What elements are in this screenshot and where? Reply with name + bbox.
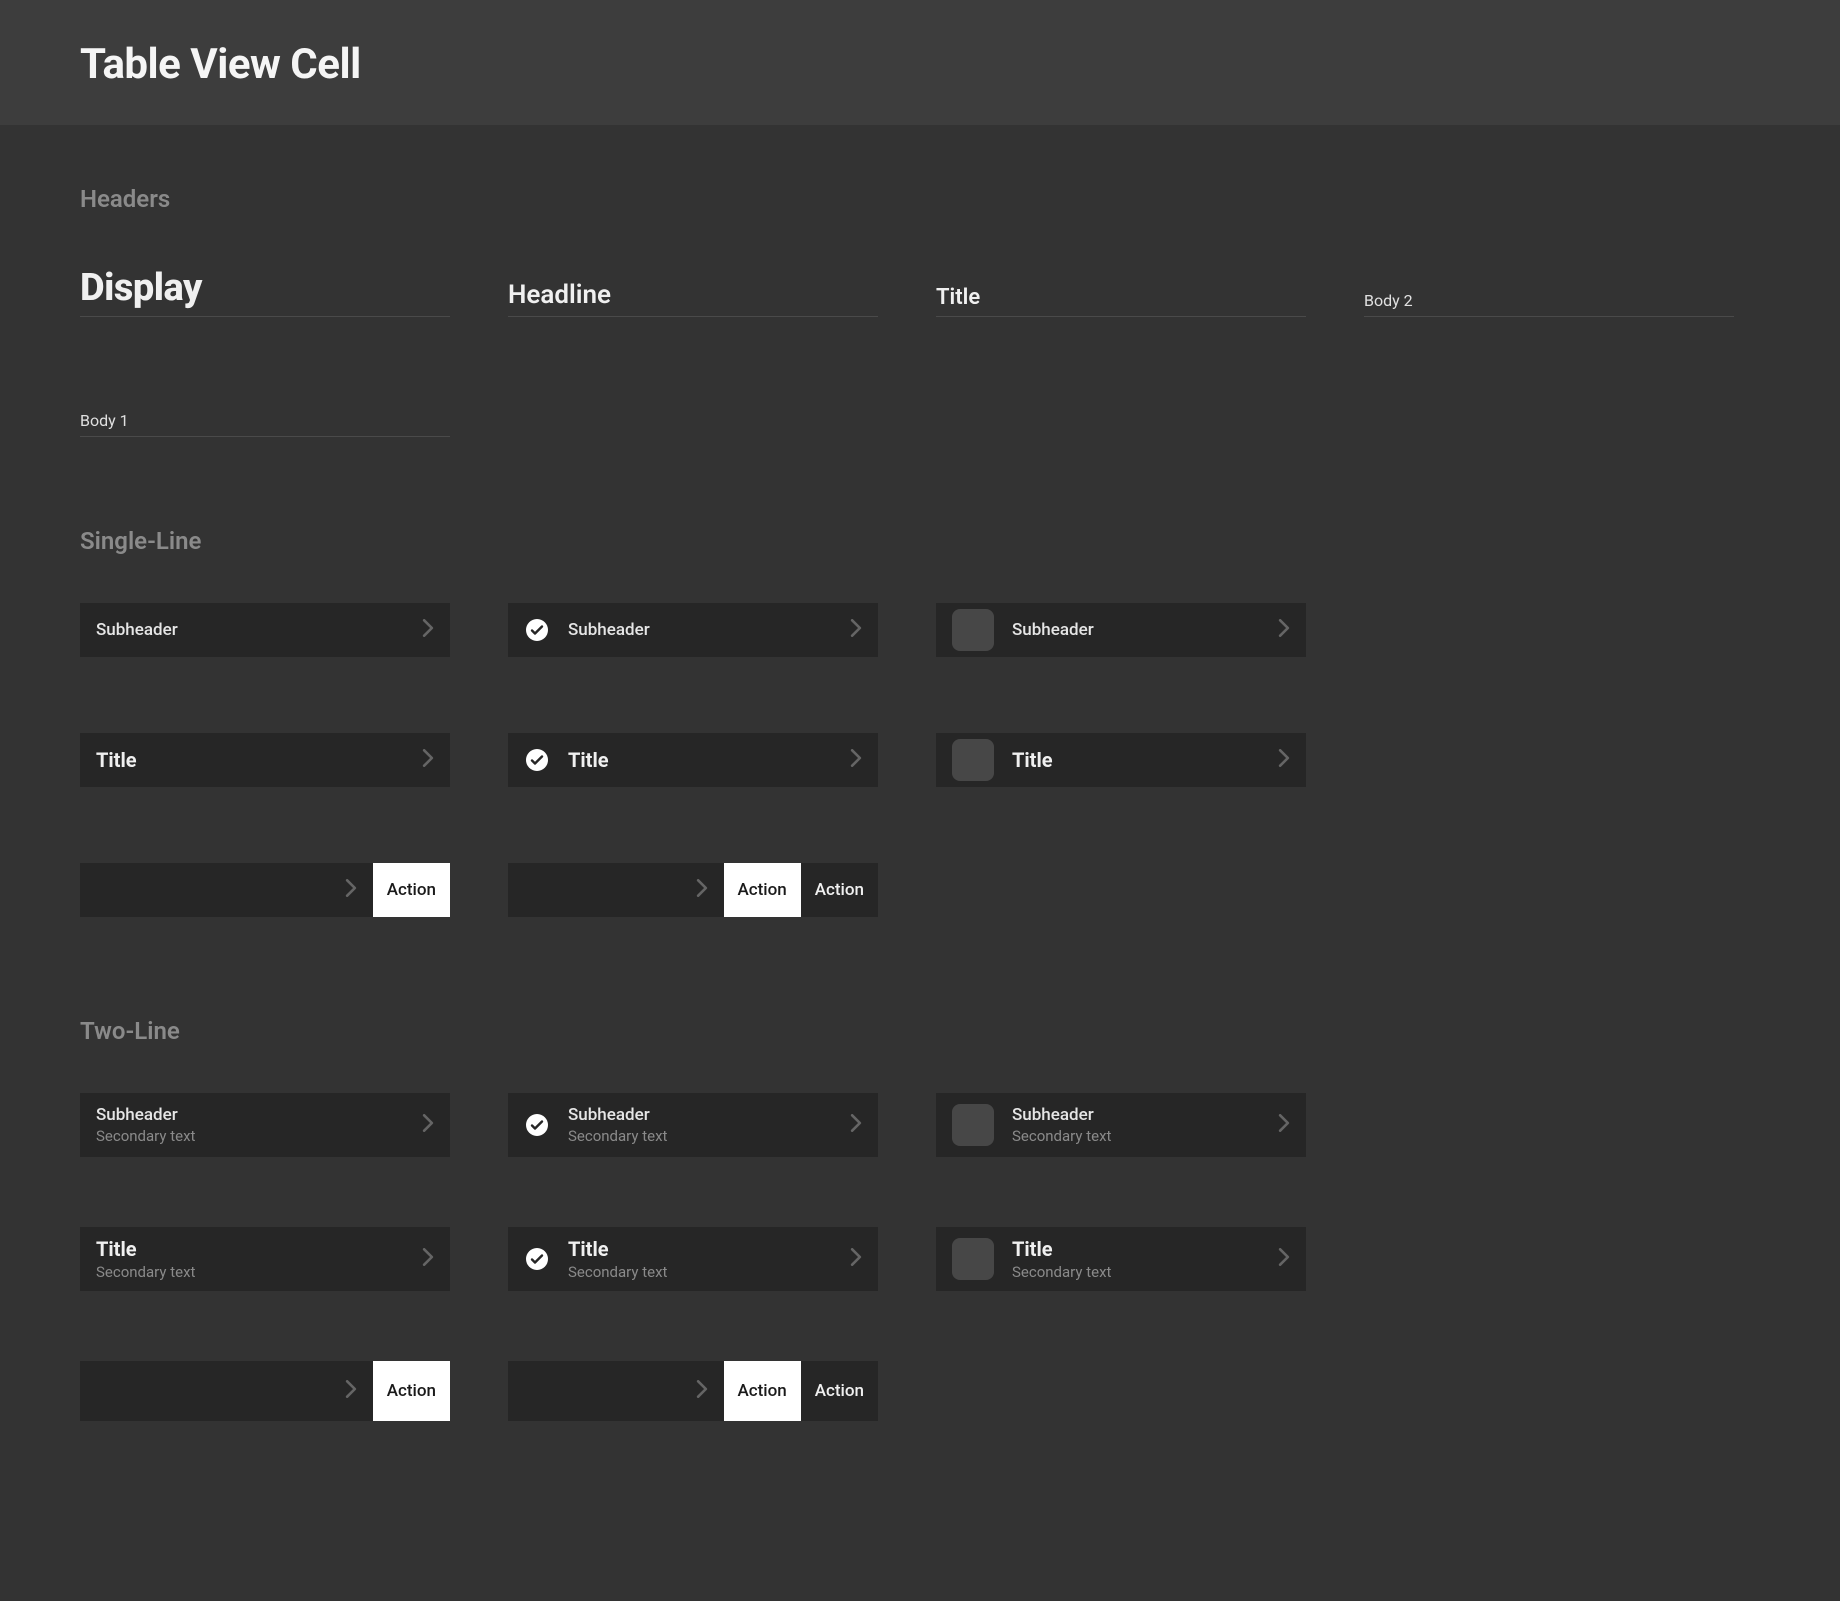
swipe-action-button[interactable]: Action <box>373 1361 450 1421</box>
checkmark-circle-icon <box>524 1112 550 1138</box>
chevron-right-icon <box>850 1248 862 1270</box>
cell-secondary-text: Secondary text <box>1012 1263 1270 1281</box>
chevron-right-icon <box>850 749 862 771</box>
swipe-action-button[interactable]: Action <box>724 863 801 917</box>
header-cell-body2[interactable]: Body 2 <box>1364 261 1734 317</box>
chevron-right-icon <box>422 1114 434 1136</box>
swipe-action-button-secondary[interactable]: Action <box>801 1361 878 1421</box>
list-cell-subheader-check[interactable]: Subheader <box>508 603 878 657</box>
list-cell-title-plain[interactable]: Title <box>80 733 450 787</box>
checkmark-circle-icon <box>524 1246 550 1272</box>
swipe-action-label: Action <box>738 880 787 900</box>
page-header: Table View Cell <box>0 0 1840 125</box>
chevron-right-icon <box>696 1380 708 1402</box>
swipe-action-label: Action <box>815 1381 864 1401</box>
cell-primary-text: Subheader <box>96 620 414 640</box>
section-headers-label: Headers <box>80 185 1760 213</box>
header-cell-body1[interactable]: Body 1 <box>80 381 450 437</box>
header-display-text: Display <box>80 266 202 310</box>
header-cell-display[interactable]: Display <box>80 261 450 317</box>
cell-secondary-text: Secondary text <box>568 1263 842 1281</box>
section-two-label: Two-Line <box>80 1017 1760 1045</box>
header-body1-text: Body 1 <box>80 411 129 430</box>
chevron-right-icon <box>422 619 434 641</box>
list-cell-title-check[interactable]: Title <box>508 733 878 787</box>
list-cell-two-title-check[interactable]: Title Secondary text <box>508 1227 878 1291</box>
chevron-right-icon <box>1278 1114 1290 1136</box>
swipe-action-label: Action <box>387 880 436 900</box>
list-cell-two-subheader-plain[interactable]: Subheader Secondary text <box>80 1093 450 1157</box>
swipe-action-button-secondary[interactable]: Action <box>801 863 878 917</box>
cell-primary-text: Title <box>568 748 842 772</box>
swipe-action-button[interactable]: Action <box>373 863 450 917</box>
swipe-action-label: Action <box>815 880 864 900</box>
list-cell-two-subheader-thumb[interactable]: Subheader Secondary text <box>936 1093 1306 1157</box>
swipe-action-label: Action <box>738 1381 787 1401</box>
header-title-text: Title <box>936 285 980 310</box>
cell-secondary-text: Secondary text <box>96 1263 414 1281</box>
list-cell-swipe-double-action[interactable]: Action Action <box>508 863 878 917</box>
chevron-right-icon <box>850 1114 862 1136</box>
chevron-right-icon <box>1278 619 1290 641</box>
cell-primary-text: Title <box>96 1237 414 1261</box>
list-cell-two-title-thumb[interactable]: Title Secondary text <box>936 1227 1306 1291</box>
list-cell-two-title-plain[interactable]: Title Secondary text <box>80 1227 450 1291</box>
thumbnail-placeholder <box>952 1104 994 1146</box>
thumbnail-placeholder <box>952 609 994 651</box>
cell-primary-text: Title <box>96 748 414 772</box>
header-body2-text: Body 2 <box>1364 291 1413 310</box>
list-cell-two-subheader-check[interactable]: Subheader Secondary text <box>508 1093 878 1157</box>
list-cell-subheader-plain[interactable]: Subheader <box>80 603 450 657</box>
list-cell-two-swipe-double-action[interactable]: Action Action <box>508 1361 878 1421</box>
chevron-right-icon <box>345 879 357 901</box>
thumbnail-placeholder <box>952 739 994 781</box>
header-cell-headline[interactable]: Headline <box>508 261 878 317</box>
section-single-label: Single-Line <box>80 527 1760 555</box>
cell-primary-text: Title <box>1012 1237 1270 1261</box>
swipe-action-label: Action <box>387 1381 436 1401</box>
cell-primary-text: Title <box>568 1237 842 1261</box>
cell-primary-text: Subheader <box>568 620 842 640</box>
list-cell-two-swipe-single-action[interactable]: Action <box>80 1361 450 1421</box>
cell-primary-text: Subheader <box>568 1105 842 1125</box>
chevron-right-icon <box>696 879 708 901</box>
chevron-right-icon <box>1278 1248 1290 1270</box>
cell-primary-text: Subheader <box>1012 620 1270 640</box>
chevron-right-icon <box>422 749 434 771</box>
thumbnail-placeholder <box>952 1238 994 1280</box>
page-title: Table View Cell <box>80 40 1760 89</box>
chevron-right-icon <box>1278 749 1290 771</box>
swipe-action-button[interactable]: Action <box>724 1361 801 1421</box>
cell-secondary-text: Secondary text <box>96 1127 414 1145</box>
checkmark-circle-icon <box>524 747 550 773</box>
header-headline-text: Headline <box>508 280 611 310</box>
chevron-right-icon <box>422 1248 434 1270</box>
list-cell-subheader-thumb[interactable]: Subheader <box>936 603 1306 657</box>
cell-primary-text: Subheader <box>1012 1105 1270 1125</box>
list-cell-title-thumb[interactable]: Title <box>936 733 1306 787</box>
cell-secondary-text: Secondary text <box>568 1127 842 1145</box>
cell-secondary-text: Secondary text <box>1012 1127 1270 1145</box>
list-cell-swipe-single-action[interactable]: Action <box>80 863 450 917</box>
checkmark-circle-icon <box>524 617 550 643</box>
header-cell-title[interactable]: Title <box>936 261 1306 317</box>
chevron-right-icon <box>850 619 862 641</box>
cell-primary-text: Subheader <box>96 1105 414 1125</box>
chevron-right-icon <box>345 1380 357 1402</box>
cell-primary-text: Title <box>1012 748 1270 772</box>
